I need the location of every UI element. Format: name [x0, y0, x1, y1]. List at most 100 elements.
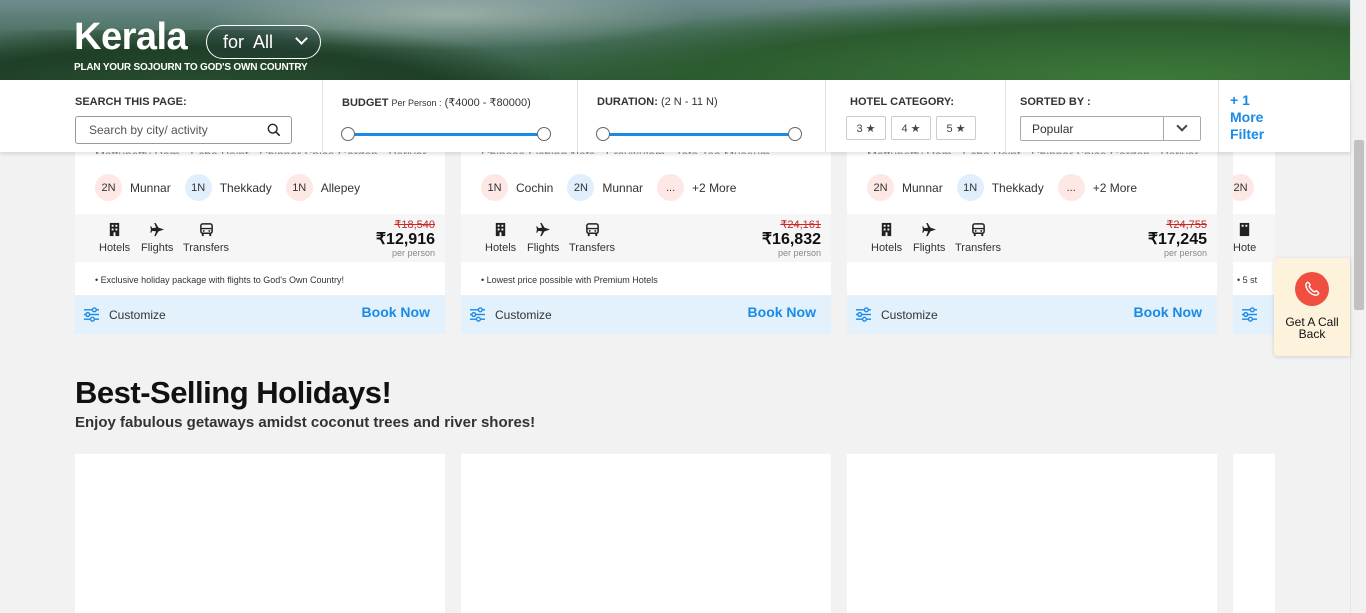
duration-slider-track	[602, 133, 796, 136]
original-price: ₹18,540	[394, 219, 435, 231]
holiday-card[interactable]	[461, 454, 831, 613]
holiday-card[interactable]	[75, 454, 445, 613]
hotel-3-star-button[interactable]: 3 ★	[846, 116, 886, 140]
customize-button[interactable]: Customize	[83, 307, 166, 322]
inclusion-label: Flights	[913, 242, 946, 254]
book-now-button[interactable]: Book Now	[748, 304, 816, 320]
budget-slider[interactable]	[341, 127, 551, 141]
stop-item: 1N Cochin	[481, 174, 553, 201]
inclusion-transfers: Transfers	[569, 222, 615, 254]
duration-slider[interactable]	[596, 127, 802, 141]
search-input[interactable]	[76, 117, 256, 143]
stop-item: 1N Allepey	[285, 174, 360, 201]
stop-item[interactable]: ... +2 More	[1057, 174, 1137, 201]
destination-title: Kerala	[74, 16, 188, 58]
filter-divider	[825, 80, 826, 152]
per-person-label: per person	[777, 248, 821, 258]
nights-badge: 2N	[1233, 174, 1254, 201]
budget-min-handle[interactable]	[341, 127, 355, 141]
original-price: ₹24,161	[780, 219, 821, 231]
sort-dropdown[interactable]: Popular	[1020, 116, 1201, 141]
budget-title: BUDGET	[342, 97, 389, 109]
search-field[interactable]	[75, 116, 292, 144]
book-now-button[interactable]: Book Now	[1134, 304, 1202, 320]
package-card[interactable]: Chinese Fishing Nets · Eravikulam · Tata…	[461, 140, 831, 334]
customize-button[interactable]	[1241, 307, 1258, 322]
car-icon	[199, 223, 213, 237]
original-price: ₹24,755	[1166, 219, 1207, 231]
holiday-card[interactable]	[847, 454, 1217, 613]
inclusion-label: Transfers	[183, 242, 230, 254]
nights-badge: 2N	[867, 174, 894, 201]
holiday-card-partial[interactable]	[1233, 454, 1275, 613]
inclusion-flights: Flights	[141, 222, 173, 254]
call-back-widget[interactable]: Get A Call Back	[1274, 258, 1350, 356]
section-title: Best-Selling Holidays!	[75, 375, 392, 410]
more-stops-label: +2 More	[692, 180, 737, 195]
airplane-icon	[149, 222, 164, 237]
filter-divider	[322, 80, 323, 152]
customize-button[interactable]: Customize	[855, 307, 938, 322]
inclusion-label: Flights	[141, 242, 174, 254]
scrollbar-thumb[interactable]	[1354, 140, 1364, 310]
page-scrollbar[interactable]	[1350, 0, 1366, 613]
package-card[interactable]: Mattupetty Dam · Echo Point · Chinnar Sp…	[75, 140, 445, 334]
customize-label: Customize	[495, 307, 552, 322]
sliders-icon	[1242, 307, 1257, 322]
package-card-partial[interactable]: 2N Hote • 5 st	[1233, 140, 1275, 334]
duration-min-handle[interactable]	[596, 127, 610, 141]
card-footer: Customize Book Now	[75, 295, 445, 334]
sort-label: SORTED BY :	[1020, 96, 1091, 108]
inclusion-hotels: Hotels	[485, 222, 516, 254]
itinerary-stops: 2N Munnar 1N Thekkady ... +2 More	[867, 174, 1145, 201]
search-icon[interactable]	[267, 123, 281, 137]
stop-city: Thekkady	[991, 180, 1044, 195]
stop-item[interactable]: ... +2 More	[657, 174, 736, 201]
more-filter-link[interactable]: + 1 More Filter	[1230, 92, 1280, 143]
package-highlight: • Exclusive holiday package with flights…	[95, 275, 344, 285]
nights-badge: 1N	[956, 174, 984, 201]
inclusions-row: Hotels Flights Transfers ₹18,540 ₹12,916…	[75, 214, 445, 262]
discounted-price: ₹12,916	[375, 231, 435, 248]
duration-range: (2 N - 11 N)	[660, 96, 718, 108]
inclusion-label: Transfers	[569, 242, 616, 254]
inclusion-flights: Flights	[913, 222, 945, 254]
inclusion-flights: Flights	[527, 222, 559, 254]
inclusion-hotels: Hotels	[99, 222, 130, 254]
discounted-price: ₹16,832	[761, 231, 821, 248]
nights-badge: 1N	[184, 174, 212, 201]
more-stops-badge: ...	[1057, 174, 1085, 201]
hotel-4-star-button[interactable]: 4 ★	[891, 116, 931, 140]
sliders-icon	[470, 307, 485, 322]
inclusion-transfers: Transfers	[183, 222, 229, 254]
stop-item: 1N Thekkady	[184, 174, 272, 201]
customize-button[interactable]: Customize	[469, 307, 552, 322]
price-block: ₹24,755 ₹17,245 per person	[1148, 218, 1207, 258]
budget-range: (₹4000 - ₹80000)	[444, 97, 531, 109]
hotel-category-options: 3 ★ 4 ★ 5 ★	[846, 116, 976, 140]
destination-tagline: PLAN YOUR SOJOURN TO GOD'S OWN COUNTRY	[74, 62, 308, 73]
nights-badge: 2N	[95, 174, 122, 201]
sliders-icon	[856, 307, 871, 322]
nights-badge: 1N	[481, 174, 508, 201]
search-label: SEARCH THIS PAGE:	[75, 96, 187, 108]
package-card[interactable]: Mattupetty Dam · Echo Point · Chinnar Sp…	[847, 140, 1217, 334]
inclusion-hotels: Hote	[1233, 222, 1256, 254]
airplane-icon	[921, 222, 936, 237]
hotel-5-star-button[interactable]: 5 ★	[936, 116, 976, 140]
inclusion-label: Hotels	[485, 242, 517, 254]
budget-per-person: Per Person :	[391, 98, 442, 108]
traveller-type-dropdown[interactable]: for All	[206, 25, 321, 59]
per-person-label: per person	[1163, 248, 1207, 258]
book-now-button[interactable]: Book Now	[362, 304, 430, 320]
duration-max-handle[interactable]	[788, 127, 802, 141]
inclusion-label: Hotels	[871, 242, 903, 254]
inclusion-label: Flights	[527, 242, 560, 254]
stop-item: 2N Munnar	[567, 174, 643, 201]
itinerary-stops: 1N Cochin 2N Munnar ... +2 More	[481, 174, 744, 201]
hotel-icon	[495, 222, 506, 237]
stop-city: Cochin	[516, 180, 554, 195]
budget-max-handle[interactable]	[537, 127, 551, 141]
call-back-label: Get A Call Back	[1285, 315, 1339, 341]
stop-item: 2N Munnar	[867, 174, 943, 201]
